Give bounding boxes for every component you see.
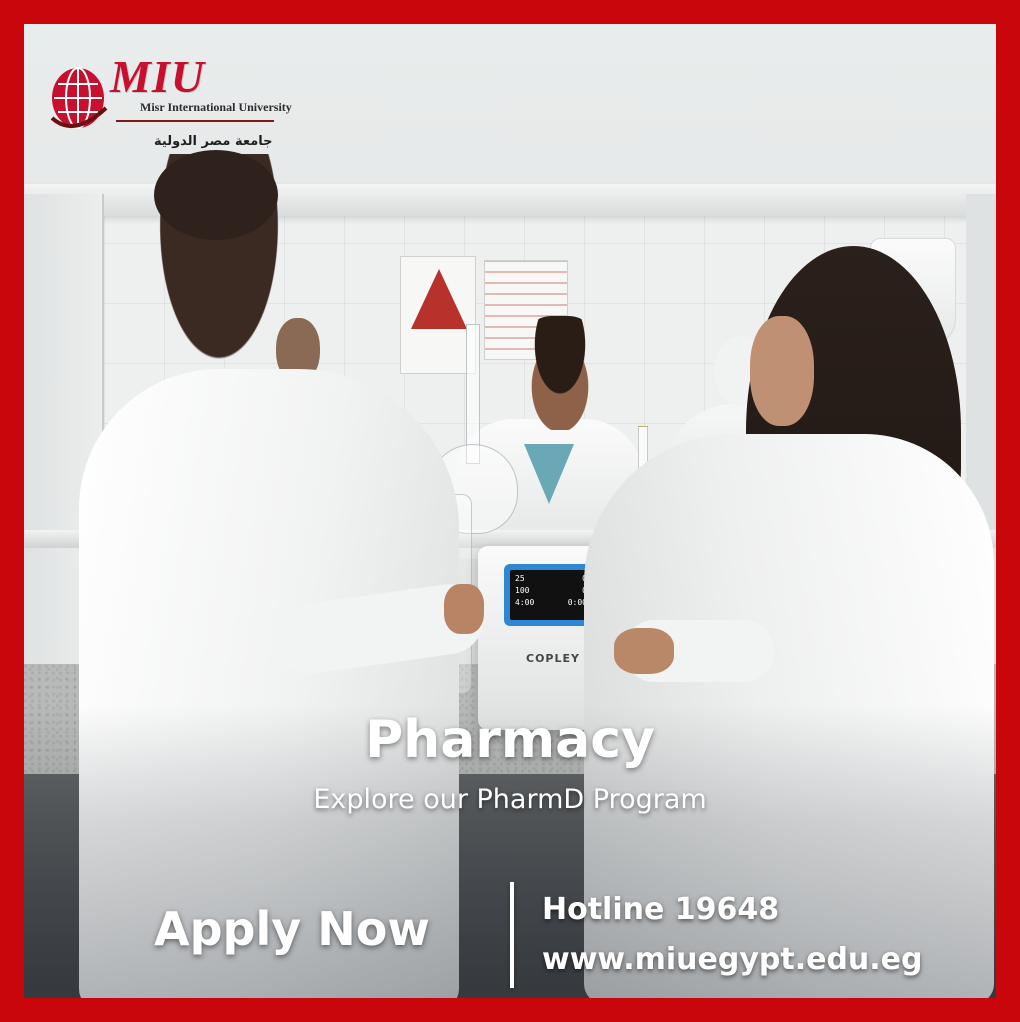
student-left-bun: [154, 150, 278, 240]
program-subtitle[interactable]: Explore our PharmD Program: [24, 784, 996, 815]
globe-logo-icon: [50, 67, 108, 129]
red-frame: 250 1000 4:000:00 COPLEY: [0, 0, 1020, 1022]
student-left-hand: [444, 584, 484, 634]
student-right-hand: [614, 628, 674, 674]
logo-name-arabic: جامعة مصر الدولية: [154, 134, 273, 149]
logo-divider: [116, 120, 274, 122]
logo-name-english: Misr International University: [140, 100, 292, 114]
student-right-face: [750, 316, 814, 426]
university-logo[interactable]: MIU Misr International University جامعة …: [44, 38, 292, 158]
website-link[interactable]: www.miuegypt.edu.eg: [542, 942, 923, 977]
hotline-text[interactable]: Hotline 19648: [542, 892, 779, 927]
student-center-head: [516, 316, 604, 430]
lab-photo: 250 1000 4:000:00 COPLEY: [24, 24, 996, 998]
cta-divider: [510, 882, 514, 988]
program-title: Pharmacy: [365, 710, 655, 770]
apply-now-cta[interactable]: Apply Now: [154, 902, 474, 956]
logo-wordmark: MIU: [110, 51, 206, 102]
